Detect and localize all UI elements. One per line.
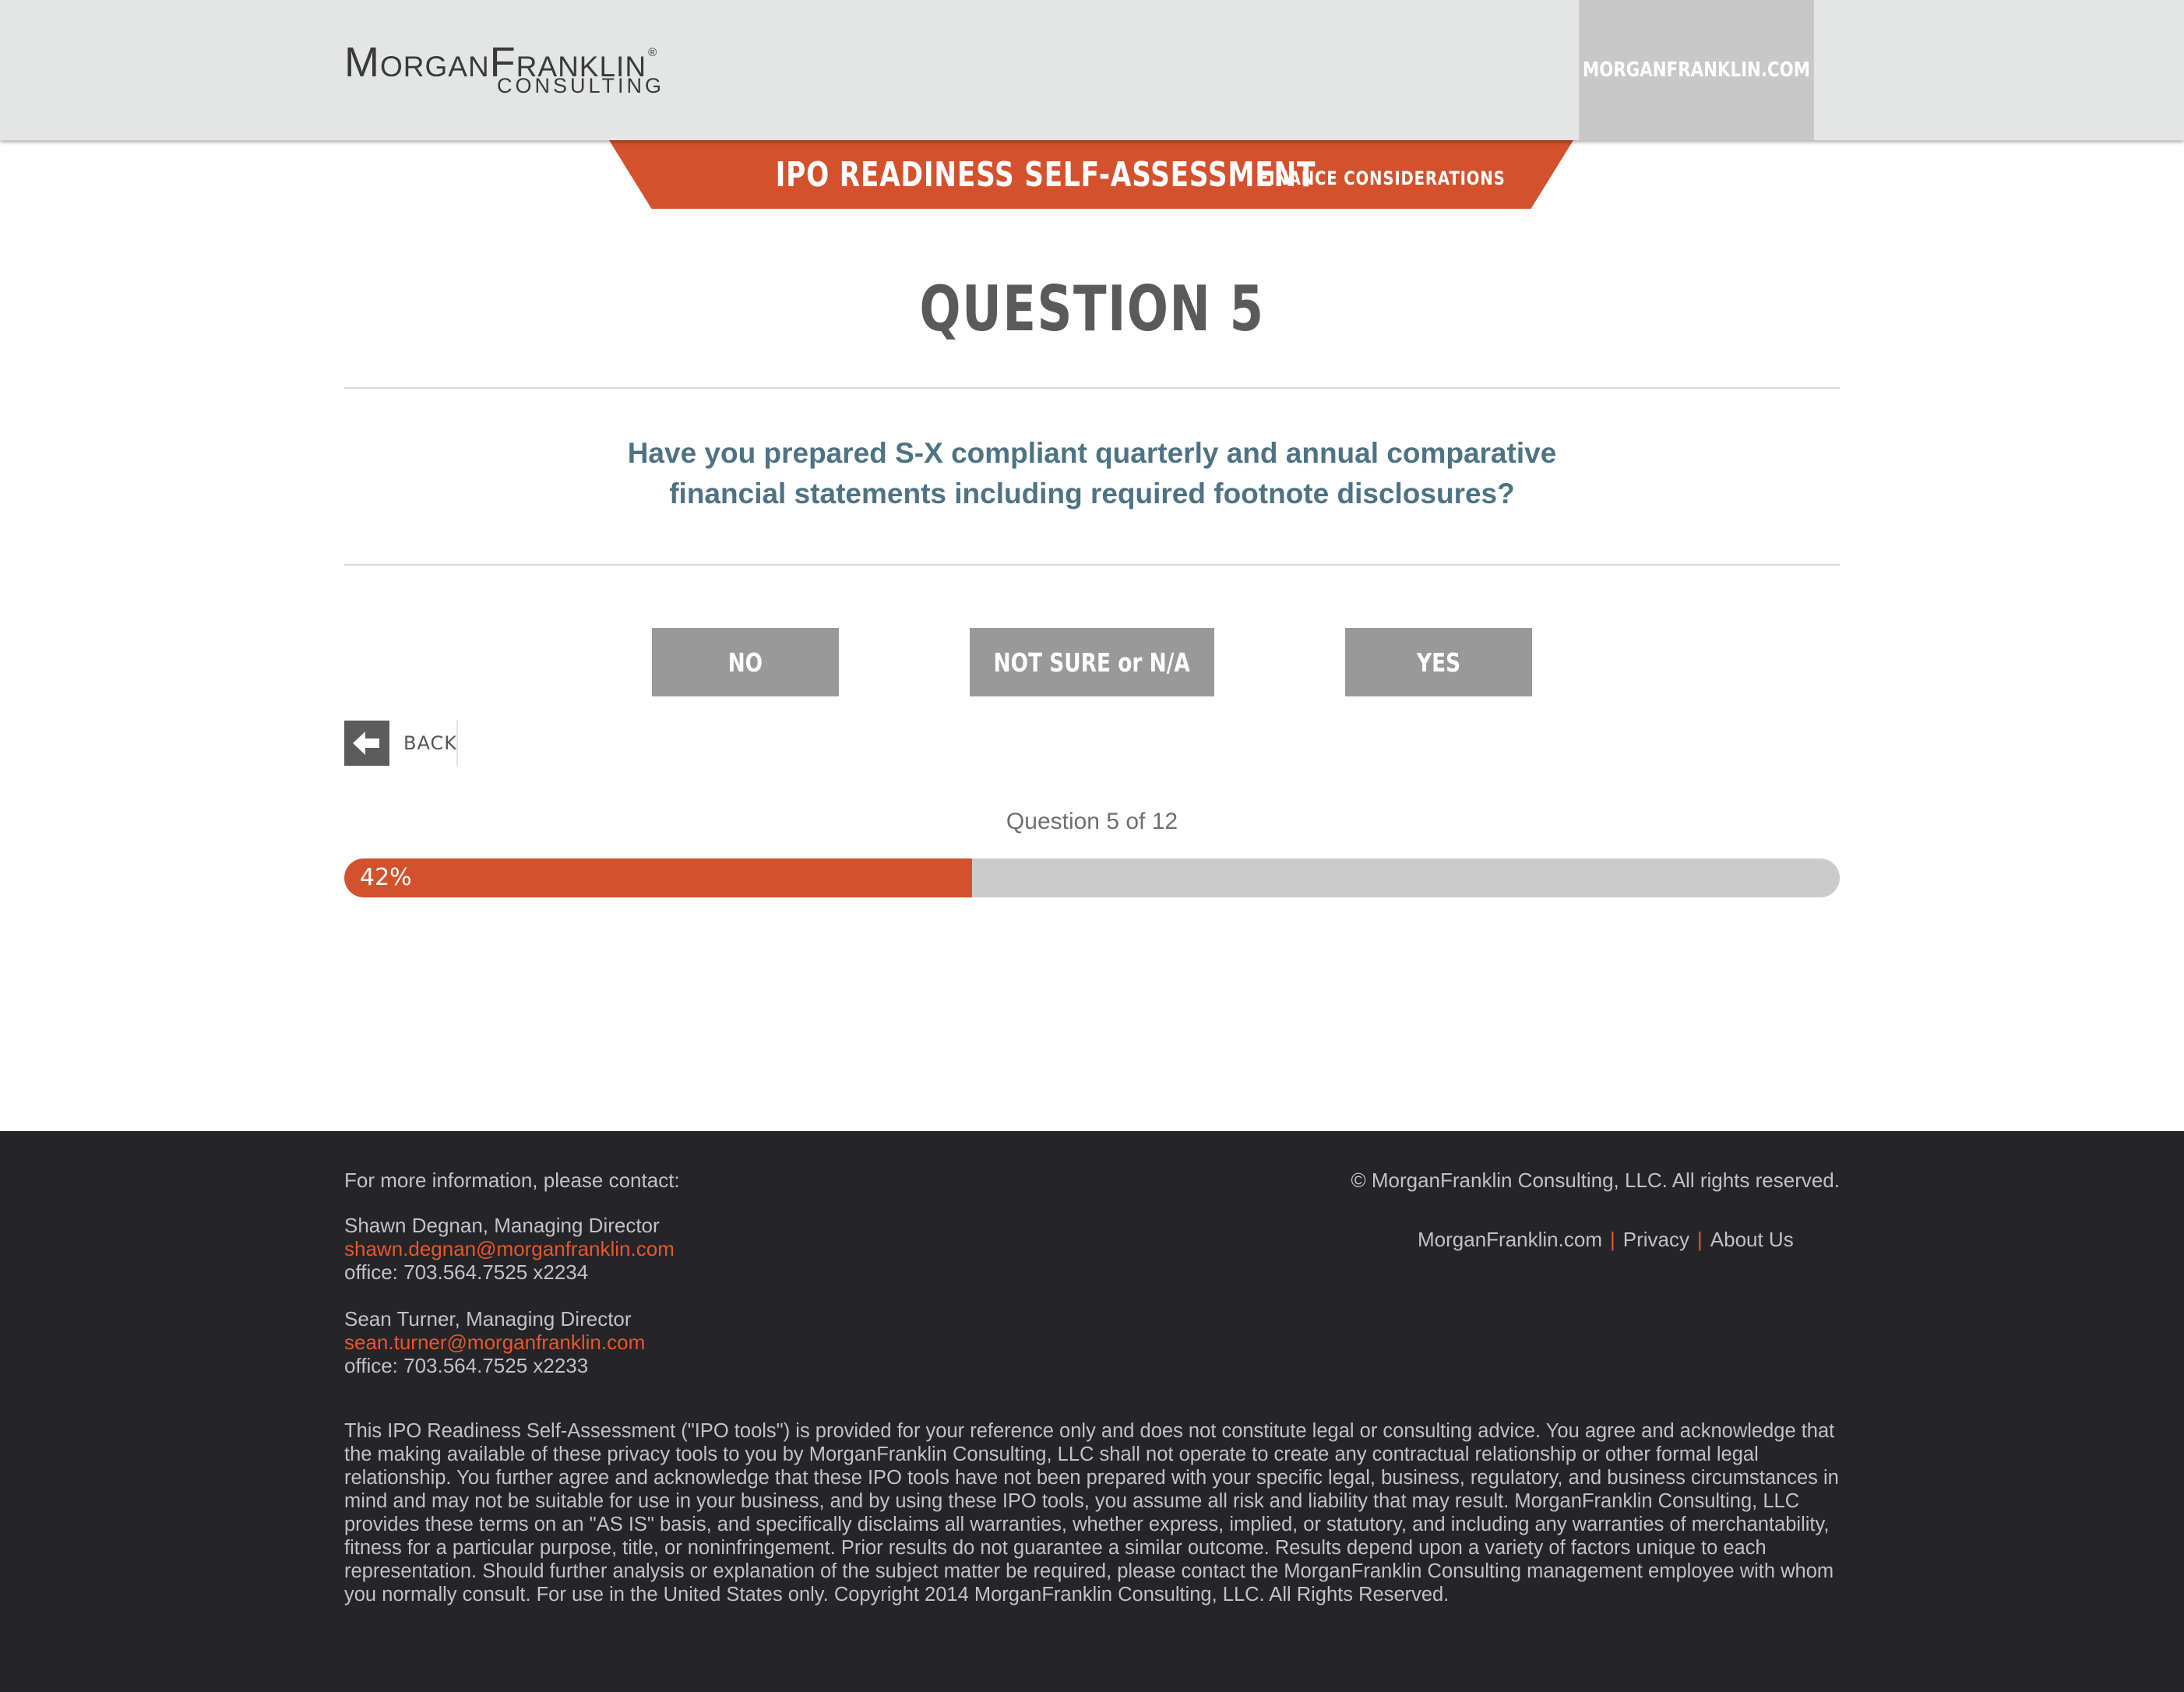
arrow-left-icon	[344, 721, 389, 766]
logo-subtitle: CONSULTING	[497, 74, 665, 97]
contact-phone: office: 703.564.7525 x2234	[344, 1260, 589, 1284]
page: MORGANFRANKLIN ® CONSULTING MORGANFRANKLI…	[0, 0, 2184, 1692]
answer-not-sure-button[interactable]: NOT SURE or N/A	[970, 628, 1214, 696]
divider	[344, 564, 1840, 566]
back-divider	[456, 720, 458, 767]
footer: For more information, please contact: Sh…	[0, 1131, 2184, 1692]
answer-no-button[interactable]: NO	[652, 628, 839, 696]
back-button[interactable]: BACK	[344, 720, 458, 767]
assessment-banner: IPO READINESS SELF-ASSESSMENT FINANCE CO…	[609, 140, 1573, 209]
progress-percent: 42%	[360, 864, 412, 891]
contact-email-link[interactable]: shawn.degnan@morganfranklin.com	[344, 1237, 675, 1260]
divider	[344, 387, 1840, 389]
progress-label: Question 5 of 12	[1006, 809, 1178, 834]
copyright-text: © MorganFranklin Consulting, LLC. All ri…	[1351, 1169, 1840, 1192]
contact-block: Sean Turner, Managing Director sean.turn…	[344, 1307, 645, 1377]
link-separator: |	[1697, 1228, 1703, 1251]
question-heading-text: QUESTION 5	[919, 273, 1265, 345]
answer-yes-button[interactable]: YES	[1345, 628, 1532, 696]
answer-not-sure-label: NOT SURE or N/A	[993, 647, 1191, 678]
contact-name: Shawn Degnan, Managing Director	[344, 1214, 660, 1237]
contact-phone: office: 703.564.7525 x2233	[344, 1354, 589, 1377]
banner-subtitle: FINANCE CONSIDERATIONS	[1257, 167, 1506, 189]
back-label: BACK	[403, 732, 457, 754]
contact-intro: For more information, please contact:	[344, 1169, 680, 1192]
question-heading: QUESTION 5	[344, 273, 1840, 345]
legal-disclaimer: This IPO Readiness Self-Assessment ("IPO…	[344, 1420, 1839, 1606]
banner-title: IPO READINESS SELF-ASSESSMENT	[775, 154, 1316, 195]
company-logo[interactable]: MORGANFRANKLIN ® CONSULTING	[344, 34, 671, 101]
footer-link-privacy[interactable]: Privacy	[1623, 1228, 1689, 1251]
site-link-button[interactable]: MORGANFRANKLIN.COM	[1579, 0, 1814, 140]
answer-no-label: NO	[727, 647, 763, 678]
top-header: MORGANFRANKLIN ® CONSULTING MORGANFRANKLI…	[0, 0, 2184, 140]
progress-bar: 42%	[344, 858, 1840, 897]
footer-links: MorganFranklin.com | Privacy | About Us	[1418, 1228, 1794, 1252]
contact-block: Shawn Degnan, Managing Director shawn.de…	[344, 1214, 675, 1284]
footer-link-site[interactable]: MorganFranklin.com	[1418, 1228, 1602, 1251]
contact-name: Sean Turner, Managing Director	[344, 1307, 632, 1331]
question-text: Have you prepared S-X compliant quarterl…	[627, 437, 1557, 509]
answer-yes-label: YES	[1416, 647, 1461, 678]
link-separator: |	[1609, 1228, 1615, 1251]
progress-fill	[344, 858, 973, 897]
footer-link-about[interactable]: About Us	[1710, 1228, 1794, 1251]
contact-email-link[interactable]: sean.turner@morganfranklin.com	[344, 1331, 645, 1354]
